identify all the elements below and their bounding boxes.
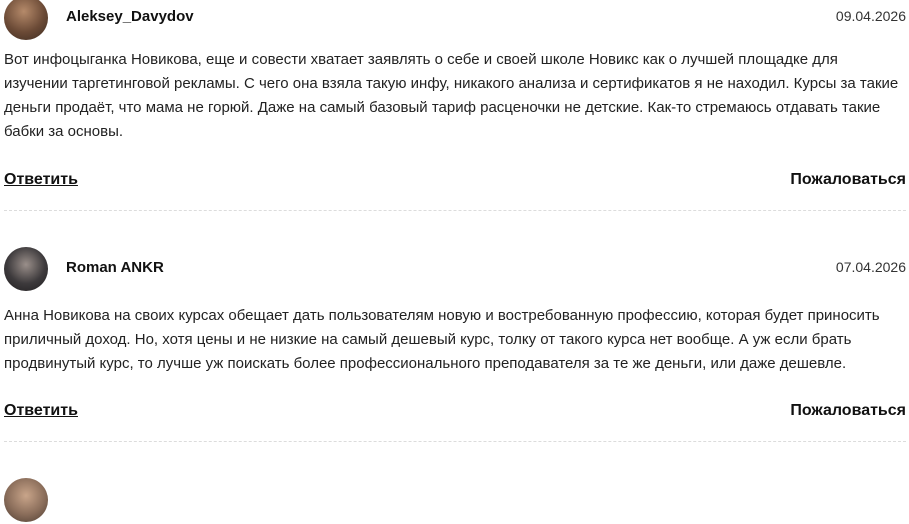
reply-link[interactable]: Ответить bbox=[4, 402, 78, 420]
comment-date: 07.04.2026 bbox=[835, 259, 906, 275]
comment-author[interactable]: Roman ANKR bbox=[66, 259, 164, 276]
avatar[interactable] bbox=[4, 247, 48, 291]
comment-item bbox=[0, 478, 909, 524]
avatar[interactable] bbox=[4, 478, 48, 522]
divider bbox=[4, 210, 906, 211]
comment-header bbox=[0, 478, 909, 524]
comment-author[interactable]: Aleksey_Davydov bbox=[66, 8, 194, 25]
comment-text: Анна Новикова на своих курсах обещает да… bbox=[4, 307, 880, 372]
comment-header: Roman ANKR 07.04.2026 bbox=[0, 247, 909, 293]
comment-actions: Ответить Пожаловаться bbox=[4, 171, 906, 193]
divider bbox=[4, 441, 906, 442]
comment-header: Aleksey_Davydov 09.04.2026 bbox=[0, 0, 909, 42]
comment-text: Вот инфоцыганка Новикова, еще и совести … bbox=[4, 51, 899, 140]
avatar[interactable] bbox=[4, 0, 48, 40]
comment-item: Aleksey_Davydov 09.04.2026 Вот инфоцыган… bbox=[0, 0, 909, 211]
report-link[interactable]: Пожаловаться bbox=[790, 402, 906, 420]
comment-item: Roman ANKR 07.04.2026 Анна Новикова на с… bbox=[0, 247, 909, 442]
report-link[interactable]: Пожаловаться bbox=[790, 171, 906, 189]
comment-date: 09.04.2026 bbox=[835, 8, 906, 24]
reply-link[interactable]: Ответить bbox=[4, 171, 78, 189]
comment-actions: Ответить Пожаловаться bbox=[4, 402, 906, 424]
